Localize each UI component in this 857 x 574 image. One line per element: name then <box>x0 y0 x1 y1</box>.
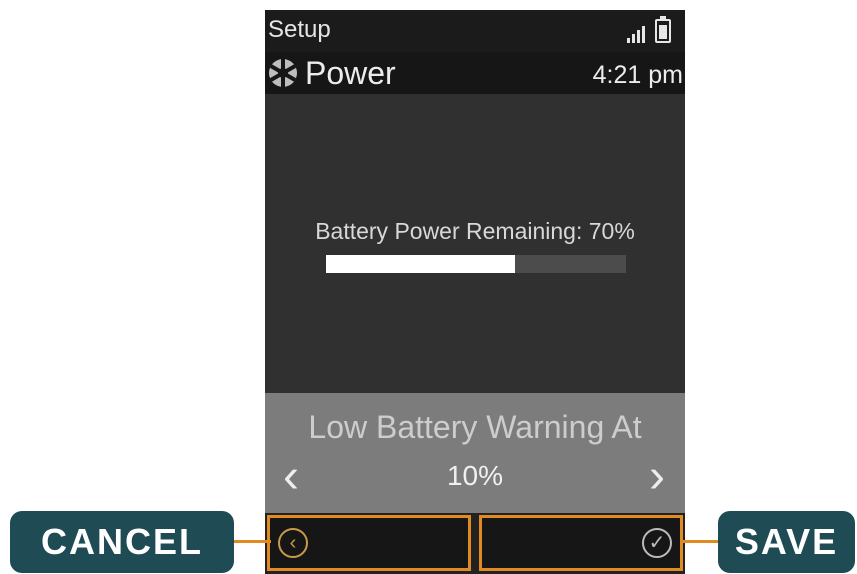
battery-remaining-label: Battery Power Remaining: 70% <box>315 218 635 244</box>
clock: 4:21 pm <box>592 61 683 89</box>
cancel-softkey[interactable]: ‹ <box>267 515 471 571</box>
status-bar: Setup <box>265 10 685 52</box>
softkey-bar: ‹ ✓ <box>265 513 685 574</box>
battery-progress-bar <box>326 255 626 273</box>
signal-icon <box>627 25 645 43</box>
battery-icon <box>655 16 671 43</box>
low-battery-warning-panel: Low Battery Warning At ‹ 10% › <box>265 393 685 513</box>
save-connector-line <box>682 540 718 543</box>
device-screen: Setup Power 4:21 pm Battery Power Remain… <box>265 10 685 574</box>
low-battery-warning-label: Low Battery Warning At <box>308 409 642 445</box>
app-title: Setup <box>268 16 331 43</box>
check-icon: ✓ <box>642 528 672 558</box>
battery-progress-fill <box>326 255 515 273</box>
low-battery-warning-value: 10% <box>446 460 504 491</box>
save-callout[interactable]: SAVE <box>718 511 855 573</box>
save-softkey[interactable]: ✓ <box>479 515 683 571</box>
cancel-connector-line <box>234 540 271 543</box>
power-settings-icon <box>269 59 297 87</box>
back-icon: ‹ <box>278 528 308 558</box>
chevron-right-icon[interactable]: › <box>649 453 665 501</box>
title-bar: Power 4:21 pm <box>265 52 685 94</box>
cancel-callout[interactable]: CANCEL <box>10 511 234 573</box>
page-title: Power <box>305 55 396 91</box>
status-icons <box>627 16 671 43</box>
